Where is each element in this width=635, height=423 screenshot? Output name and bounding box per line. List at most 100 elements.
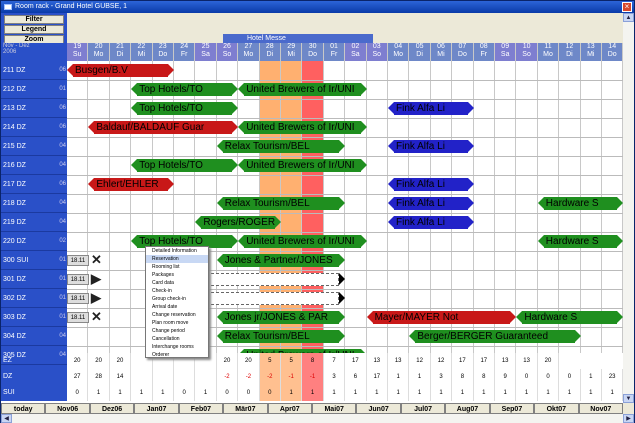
month-button[interactable]: Okt07	[534, 403, 579, 414]
room-label[interactable]: 305 DZ 04	[1, 346, 67, 365]
booking-bar[interactable]	[195, 273, 346, 286]
summary-cell: 12	[409, 353, 431, 369]
booking-bar[interactable]: Fink Alfa Li	[388, 178, 474, 191]
weekday-label: Su	[72, 51, 82, 58]
booking-bar[interactable]: United Brewers of Ir/UNI	[238, 159, 367, 172]
booking-bar[interactable]: Relax Tourism/BEL	[216, 330, 346, 343]
booking-bar[interactable]: Ehlert/EHLER	[88, 178, 174, 191]
booking-label: Fink Alfa Li	[394, 102, 468, 115]
room-label[interactable]: 220 DZ 02	[1, 232, 67, 251]
room-name: 215 DZ	[3, 143, 26, 150]
booking-bar[interactable]: Jones jr/JONES & PAR	[216, 311, 346, 324]
checkin-tag[interactable]: 18.11	[67, 255, 89, 266]
booking-bar[interactable]: Top Hotels/TO	[131, 83, 239, 96]
scroll-up-icon[interactable]: ▲	[623, 13, 634, 22]
booking-bar[interactable]: Relax Tourism/BEL	[216, 140, 346, 153]
context-menu-item[interactable]: Change period	[146, 327, 208, 335]
cancel-x-icon[interactable]: ✕	[91, 309, 102, 325]
room-label[interactable]: 214 DZ 06	[1, 118, 67, 137]
cancel-x-icon[interactable]: ✕	[91, 252, 102, 268]
room-label[interactable]: 215 DZ 04	[1, 137, 67, 156]
context-menu-item[interactable]: Orderer	[146, 351, 208, 359]
room-label[interactable]: 217 DZ 06	[1, 175, 67, 194]
booking-bar[interactable]: Jones & Partner/JONES	[216, 254, 346, 267]
booking-bar[interactable]: Top Hotels/TO	[131, 159, 239, 172]
booking-bar[interactable]: United Brewers of Ir/UNI	[238, 121, 367, 134]
booking-bar[interactable]: Busgen/B.V	[67, 64, 174, 77]
month-button[interactable]: Jul07	[400, 403, 446, 414]
month-button[interactable]: Dez06	[89, 403, 135, 414]
arrow-right-icon[interactable]: ▶	[91, 271, 101, 287]
month-button[interactable]: Mai07	[312, 403, 357, 414]
room-label[interactable]: 216 DZ 04	[1, 156, 67, 175]
horizontal-scrollbar[interactable]: ◀ ▶	[1, 414, 634, 423]
room-label[interactable]: 303 DZ 01	[1, 308, 67, 327]
booking-bar[interactable]: Top Hotels/TO	[131, 102, 239, 115]
arrow-right-icon[interactable]: ▶	[91, 290, 101, 306]
booking-bar[interactable]: Berger/BERGER Guaranteed	[409, 330, 581, 343]
booking-bar[interactable]: Fink Alfa Li	[388, 140, 474, 153]
month-button[interactable]: Apr07	[267, 403, 312, 414]
month-button[interactable]: Jan07	[134, 403, 179, 414]
month-button[interactable]: today	[1, 403, 46, 414]
weekday-label: Do	[607, 51, 617, 58]
booking-bar[interactable]	[195, 292, 346, 305]
booking-bar[interactable]: Hardware S	[537, 197, 623, 210]
context-menu-item[interactable]: Arrival date	[146, 303, 208, 311]
context-menu-item[interactable]: Interchange rooms	[146, 343, 208, 351]
event-banner[interactable]: Hotel Messe	[223, 34, 373, 43]
room-label[interactable]: 301 DZ 01	[1, 270, 67, 289]
month-button[interactable]: Sep07	[489, 403, 535, 414]
checkin-tag[interactable]: 18.11	[67, 312, 89, 323]
booking-bar[interactable]: Fink Alfa Li	[388, 102, 474, 115]
booking-bar[interactable]: Hardware S	[537, 235, 623, 248]
day-header: 11 Mo	[537, 43, 559, 61]
room-label[interactable]: 302 DZ 01	[1, 289, 67, 308]
context-menu-item[interactable]: Change reservation	[146, 311, 208, 319]
booking-bar[interactable]: Baldauf/BALDAUF Guar	[88, 121, 239, 134]
room-label[interactable]: 212 DZ 01	[1, 80, 67, 99]
booking-bar[interactable]: Mayer/MAYER Not	[366, 311, 517, 324]
context-menu-item[interactable]: Detailed Information	[146, 247, 208, 255]
room-label[interactable]: 300 SUI 01	[1, 251, 67, 270]
room-label[interactable]: 211 DZ 06	[1, 61, 67, 80]
day-number: 09	[501, 43, 510, 50]
context-menu-item[interactable]: Packages	[146, 271, 208, 279]
day-number: 22	[137, 43, 146, 50]
context-menu-item[interactable]: Card data	[146, 279, 208, 287]
booking-bar[interactable]: Relax Tourism/BEL	[216, 197, 346, 210]
context-menu-item[interactable]: Check-in	[146, 287, 208, 295]
month-button[interactable]: Mär07	[223, 403, 268, 414]
month-button[interactable]: Nov07	[578, 403, 623, 414]
booking-bar[interactable]: United Brewers of Ir/UNI	[238, 235, 367, 248]
scroll-right-icon[interactable]: ▶	[623, 414, 634, 423]
booking-bar[interactable]: Fink Alfa Li	[388, 216, 474, 229]
month-button[interactable]: Feb07	[178, 403, 224, 414]
room-label[interactable]: 219 DZ 04	[1, 213, 67, 232]
booking-bar[interactable]: United Brewers of Ir/UNI	[238, 83, 367, 96]
context-menu-item[interactable]: Plan room move	[146, 319, 208, 327]
legend-button[interactable]: Legend	[4, 25, 64, 34]
scroll-down-icon[interactable]: ▼	[623, 394, 634, 403]
booking-bar[interactable]: Rogers/ROGER	[195, 216, 281, 229]
context-menu-item[interactable]: Cancellation	[146, 335, 208, 343]
vertical-scrollbar[interactable]: ▲ ▼	[623, 13, 634, 403]
summary-cell: 5	[281, 353, 303, 369]
checkin-tag[interactable]: 18.11	[67, 274, 89, 285]
filter-button[interactable]: Filter	[4, 15, 64, 24]
scroll-left-icon[interactable]: ◀	[1, 414, 12, 423]
checkin-tag[interactable]: 18.11	[67, 293, 89, 304]
context-menu-item[interactable]: Rooming list	[146, 263, 208, 271]
context-menu-item[interactable]: Group check-in	[146, 295, 208, 303]
room-label[interactable]: 213 DZ 06	[1, 99, 67, 118]
context-menu-item[interactable]: Reservation	[146, 255, 208, 263]
booking-bar[interactable]: Fink Alfa Li	[388, 197, 474, 210]
room-label[interactable]: 304 DZ 04	[1, 327, 67, 346]
month-button[interactable]: Aug07	[445, 403, 490, 414]
close-icon[interactable]: ×	[622, 2, 632, 12]
month-button[interactable]: Nov06	[45, 403, 90, 414]
summary-cell: 3	[431, 369, 453, 385]
month-button[interactable]: Jun07	[356, 403, 401, 414]
booking-bar[interactable]: Hardware S	[516, 311, 623, 324]
room-label[interactable]: 218 DZ 04	[1, 194, 67, 213]
